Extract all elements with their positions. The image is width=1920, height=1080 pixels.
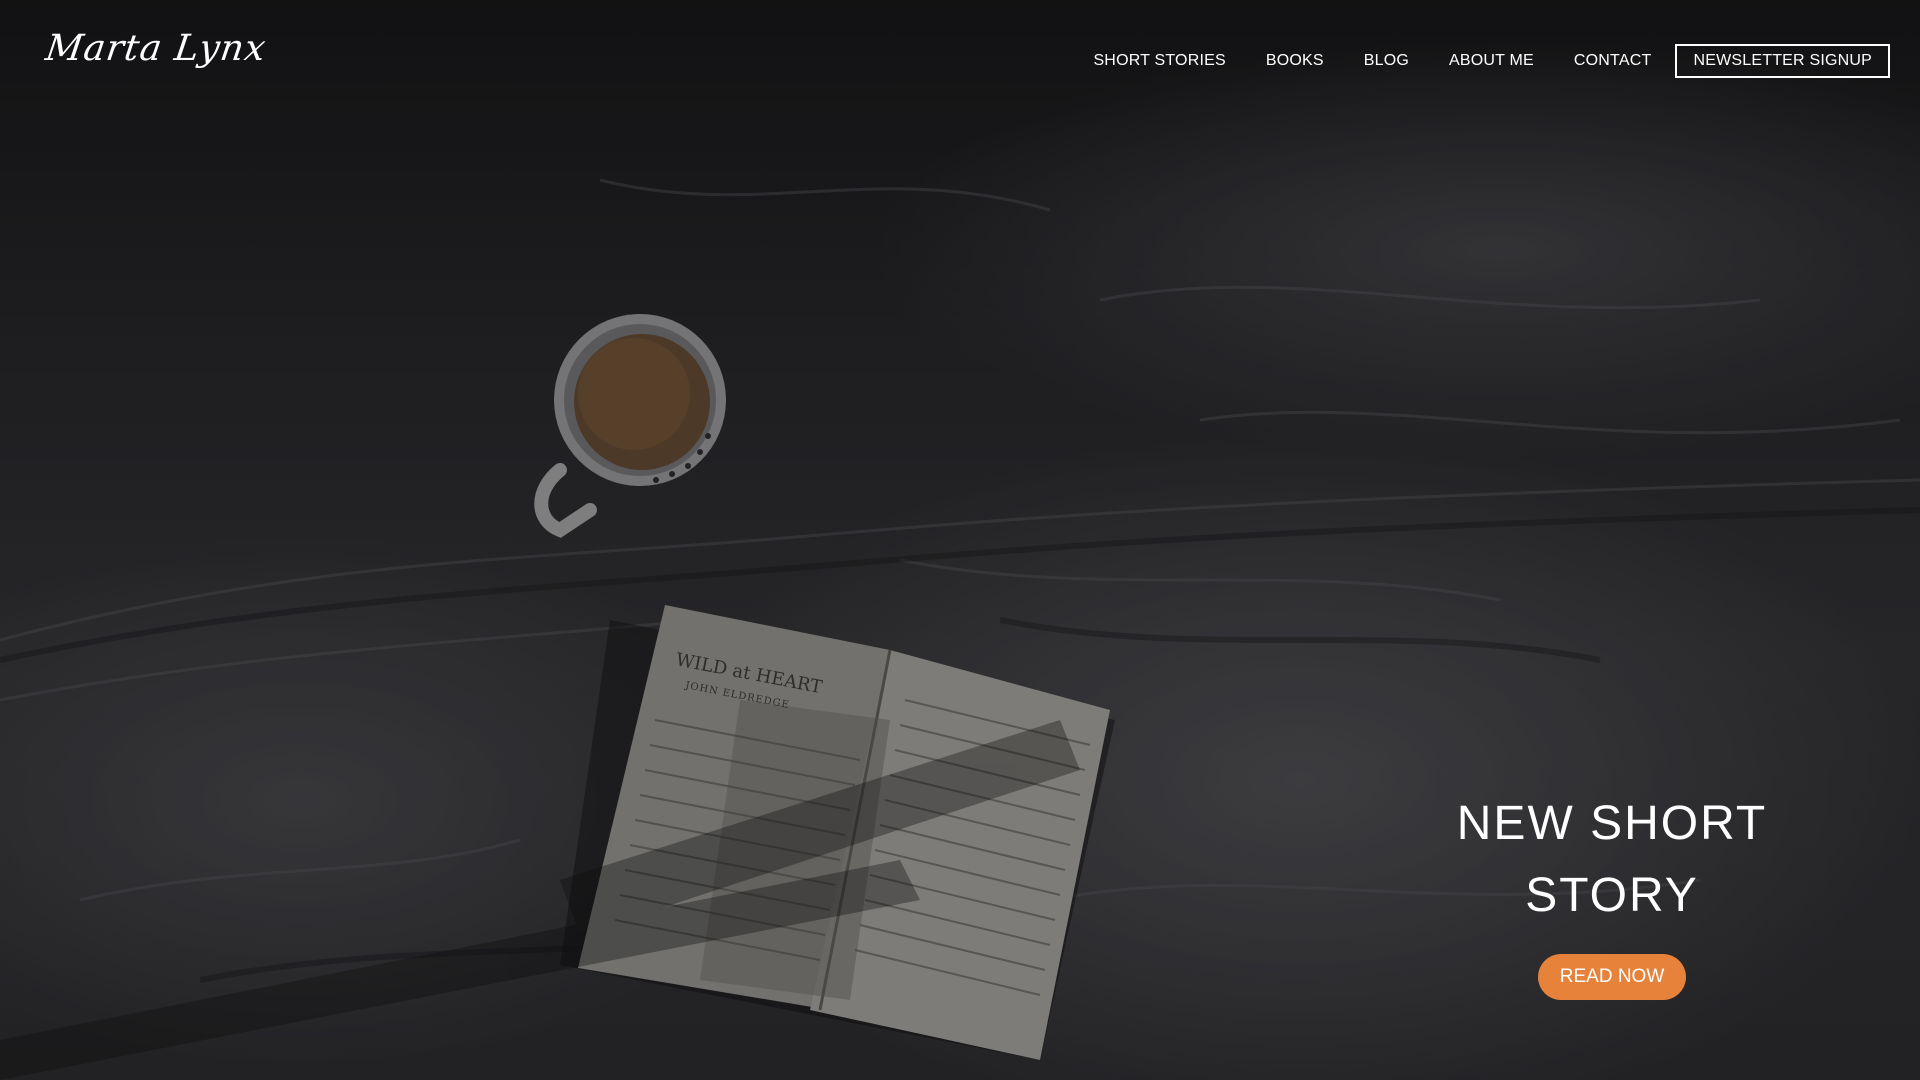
hero-title-line2: STORY [1525,869,1699,922]
site-logo[interactable]: Marta Lynx [43,28,269,69]
coffee-mug [534,314,726,538]
hero-call-to-action: NEW SHORT STORY READ NOW [1410,788,1814,1000]
newsletter-signup-button[interactable]: NEWSLETTER SIGNUP [1675,44,1890,78]
read-now-button[interactable]: READ NOW [1537,954,1687,1000]
hero-section: WILD at HEART JOHN ELDREDGE Marta Lynx S… [0,0,1920,1080]
hero-title: NEW SHORT STORY [1410,788,1814,932]
nav-item-short-stories[interactable]: SHORT STORIES [1093,52,1225,70]
nav-item-about-me[interactable]: ABOUT ME [1449,52,1534,70]
nav-item-books[interactable]: BOOKS [1266,52,1324,70]
nav-item-blog[interactable]: BLOG [1364,52,1409,70]
hero-title-line1: NEW SHORT [1456,797,1768,850]
main-navigation: SHORT STORIES BOOKS BLOG ABOUT ME CONTAC… [1093,44,1890,78]
site-header: Marta Lynx SHORT STORIES BOOKS BLOG ABOU… [0,0,1920,120]
nav-item-contact[interactable]: CONTACT [1574,52,1652,70]
